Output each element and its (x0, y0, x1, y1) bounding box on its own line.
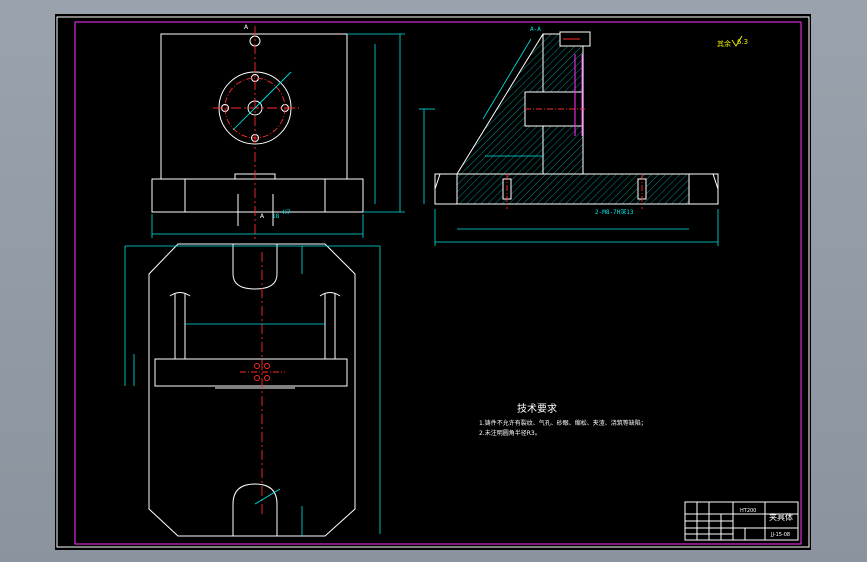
notes-line-2: 2.未注明圆角半径R3。 (479, 429, 541, 437)
top-view (124, 243, 381, 537)
section-view: A-A 2-M8-7H深13 (419, 26, 719, 246)
material: HT200 (740, 508, 756, 514)
section-mark-top: A (244, 24, 249, 31)
notes-line-1: 1.铸件不允许有裂纹、气孔、砂眼、缩松、夹渣、浇筑等缺陷； (479, 419, 647, 427)
slot-dim: 18 (272, 213, 280, 220)
part-name: 夹具体 (769, 512, 793, 522)
cad-drawing: A A 18 H7 A-A 2-M8-7H深13 其余 6.3 技术要求 1.铸… (56, 16, 810, 548)
section-mark-bottom: A (260, 213, 265, 220)
roughness-note: 其余 (717, 39, 731, 48)
sheet-outer-frame (56, 16, 810, 548)
notes-title: 技术要求 (517, 402, 557, 415)
cad-viewport[interactable]: A A 18 H7 A-A 2-M8-7H深13 其余 6.3 技术要求 1.铸… (55, 14, 811, 550)
section-title: A-A (530, 26, 541, 33)
drawing-number: JJ-15-08 (770, 532, 790, 538)
thread-callout: 2-M8-7H深13 (595, 208, 634, 216)
sheet-border (74, 21, 802, 545)
title-block: HT200 夹具体 JJ-15-08 (684, 501, 799, 541)
slot-tolerance: H7 (283, 209, 291, 216)
front-view: A A 18 H7 (151, 24, 405, 239)
